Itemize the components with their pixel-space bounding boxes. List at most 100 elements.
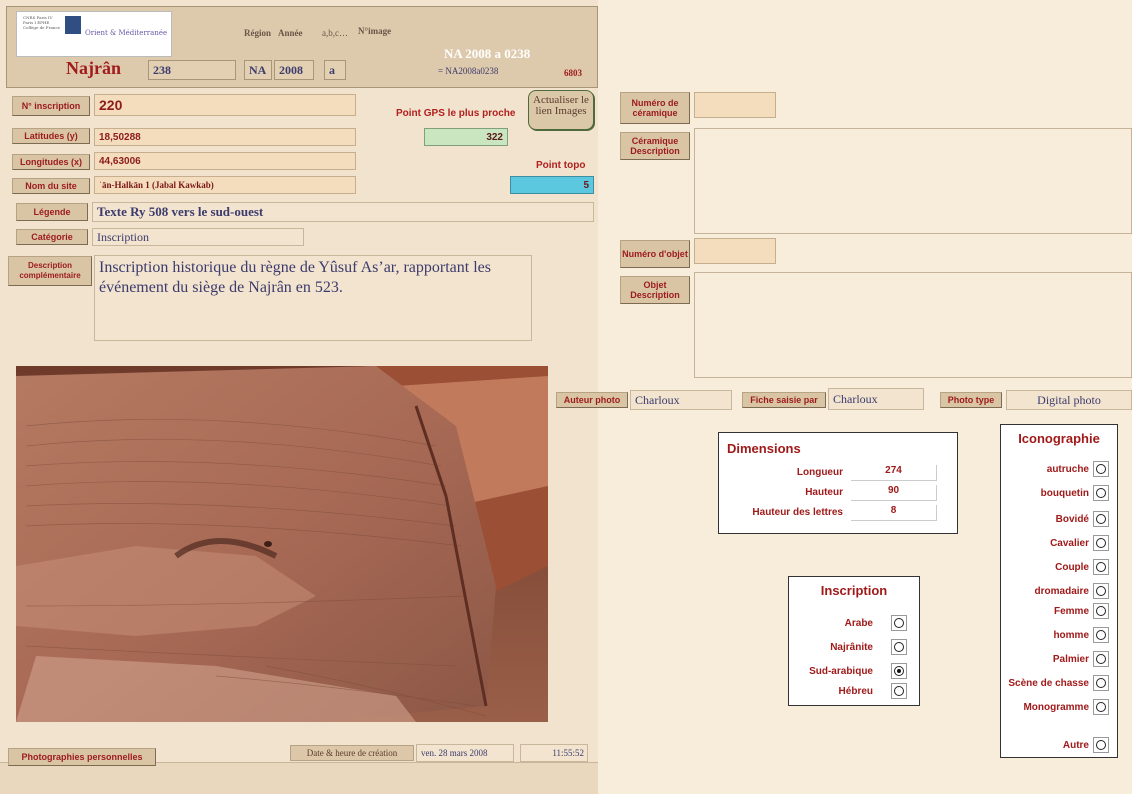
- fiche-saisie-field[interactable]: Charloux: [828, 388, 924, 410]
- dimensions-title: Dimensions: [727, 441, 801, 456]
- annee-field[interactable]: 2008: [274, 60, 314, 80]
- ceramique-number-field[interactable]: [694, 92, 776, 118]
- iconographie-radio[interactable]: [1096, 586, 1106, 596]
- time-field[interactable]: 11:55:52: [520, 744, 588, 762]
- inscription-option-label: Sud-arabique: [809, 666, 873, 677]
- inscription-radio[interactable]: [894, 642, 904, 652]
- iconographie-option-label: homme: [1053, 630, 1089, 641]
- ceramique-description-button[interactable]: Céramique Description: [620, 132, 690, 160]
- dim-label-hauteur-lettres: Hauteur des lettres: [752, 507, 843, 518]
- longitude-button[interactable]: Longitudes (x): [12, 154, 90, 170]
- topo-field[interactable]: 5: [510, 176, 594, 194]
- dim-value-longueur[interactable]: 274: [851, 465, 937, 481]
- actualiser-images-button[interactable]: Actualiser le lien Images: [528, 90, 594, 130]
- gps-field[interactable]: 322: [424, 128, 508, 146]
- iconographie-radio[interactable]: [1096, 488, 1106, 498]
- iconographie-radio[interactable]: [1096, 606, 1106, 616]
- iconographie-option-box: [1093, 603, 1109, 619]
- iconographie-radio[interactable]: [1096, 654, 1106, 664]
- iconographie-option-label: Monogramme: [1023, 702, 1089, 713]
- iconographie-radio[interactable]: [1096, 562, 1106, 572]
- page-title: Najrân: [66, 58, 121, 78]
- inscription-title: Inscription: [820, 583, 888, 598]
- objet-number-button[interactable]: Numéro d'objet: [620, 240, 690, 268]
- iconographie-radio[interactable]: [1096, 740, 1106, 750]
- gps-label: Point GPS le plus proche: [396, 108, 516, 119]
- categorie-button[interactable]: Catégorie: [16, 229, 88, 245]
- inscription-number-button[interactable]: N° inscription: [12, 96, 90, 116]
- iconographie-option-box: [1093, 583, 1109, 599]
- iconographie-option-label: Bovidé: [1055, 514, 1089, 525]
- fiche-saisie-button[interactable]: Fiche saisie par: [742, 392, 826, 408]
- rock-image: [16, 366, 548, 722]
- nimage-label: N°image: [358, 26, 392, 36]
- description-field[interactable]: Inscription historique du règne de Yûsuf…: [94, 255, 532, 341]
- longitude-field[interactable]: 44,63006: [94, 152, 356, 170]
- iconographie-option-label: dromadaire: [1034, 586, 1089, 597]
- logo-small-text: CNRS Paris IV Paris I EPHE Collège de Fr…: [23, 15, 61, 30]
- latitude-field[interactable]: 18,50288: [94, 128, 356, 146]
- legende-field[interactable]: Texte Ry 508 vers le sud-ouest: [92, 202, 594, 222]
- logo: CNRS Paris IV Paris I EPHE Collège de Fr…: [16, 11, 172, 57]
- iconographie-title: Iconographie: [1018, 431, 1100, 446]
- iconographie-option-label: Autre: [1062, 740, 1089, 751]
- inscription-radio[interactable]: [894, 686, 904, 696]
- auteur-photo-field[interactable]: Charloux: [630, 390, 732, 410]
- abc-label: a,b,c…: [322, 28, 348, 38]
- date-creation-label: Date & heure de création: [290, 745, 414, 761]
- description-button[interactable]: Description complémentaire: [8, 256, 92, 286]
- objet-description-field[interactable]: [694, 272, 1132, 378]
- iconographie-radio[interactable]: [1096, 514, 1106, 524]
- region-label: Région: [244, 28, 271, 38]
- categorie-field[interactable]: Inscription: [92, 228, 304, 246]
- iconographie-radio[interactable]: [1096, 464, 1106, 474]
- date-field[interactable]: ven. 28 mars 2008: [416, 744, 514, 762]
- iconographie-option-label: autruche: [1046, 464, 1089, 475]
- iconographie-option-label: Cavalier: [1050, 538, 1089, 549]
- iconographie-radio[interactable]: [1096, 538, 1106, 548]
- photo-type-field[interactable]: Digital photo: [1006, 390, 1132, 410]
- objet-description-button[interactable]: Objet Description: [620, 276, 690, 304]
- inscription-option-box: [891, 663, 907, 679]
- na-field[interactable]: NA: [244, 60, 272, 80]
- iconographie-option-box: [1093, 511, 1109, 527]
- inscription-option-label: Najrânite: [830, 642, 873, 653]
- latitude-button[interactable]: Latitudes (y): [12, 128, 90, 144]
- dim-label-longueur: Longueur: [796, 467, 843, 478]
- inscription-box: Inscription Arabe Najrânite Sud-arabique Hé…: [788, 576, 920, 706]
- footer-band: [0, 762, 598, 794]
- logo-mark-icon: [65, 16, 81, 34]
- iconographie-option-label: bouquetin: [1040, 488, 1089, 499]
- abc-field[interactable]: a: [324, 60, 346, 80]
- auteur-photo-button[interactable]: Auteur photo: [556, 392, 628, 408]
- iconographie-option-box: [1093, 485, 1109, 501]
- inscription-option-box: [891, 683, 907, 699]
- photos-personnelles-button[interactable]: Photographies personnelles: [8, 748, 156, 766]
- region-field[interactable]: 238: [148, 60, 236, 80]
- iconographie-option-label: Scène de chasse: [1008, 678, 1089, 689]
- inscription-radio[interactable]: [894, 666, 904, 676]
- iconographie-radio[interactable]: [1096, 702, 1106, 712]
- legende-button[interactable]: Légende: [16, 203, 88, 221]
- site-name-button[interactable]: Nom du site: [12, 178, 90, 194]
- iconographie-box: Iconographie autruche bouquetin Bovidé Cava…: [1000, 424, 1118, 758]
- photo-type-button[interactable]: Photo type: [940, 392, 1002, 408]
- dim-label-hauteur: Hauteur: [805, 487, 843, 498]
- ceramique-description-field[interactable]: [694, 128, 1132, 234]
- iconographie-option-box: [1093, 651, 1109, 667]
- record-number: 6803: [564, 68, 582, 78]
- dim-value-hauteur[interactable]: 90: [851, 485, 937, 501]
- iconographie-option-label: Couple: [1055, 562, 1089, 573]
- inscription-radio[interactable]: [894, 618, 904, 628]
- iconographie-option-box: [1093, 737, 1109, 753]
- objet-number-field[interactable]: [694, 238, 776, 264]
- site-name-field[interactable]: ˈān-Halkān 1 (Jabal Kawkab): [94, 176, 356, 194]
- dim-value-hauteur-lettres[interactable]: 8: [851, 505, 937, 521]
- iconographie-option-label: Palmier: [1052, 654, 1089, 665]
- iconographie-option-label: Femme: [1053, 606, 1089, 617]
- inscription-number-field[interactable]: 220: [94, 94, 356, 116]
- iconographie-radio[interactable]: [1096, 678, 1106, 688]
- dimensions-box: Dimensions Longueur 274 Hauteur 90 Haute…: [718, 432, 958, 534]
- ceramique-number-button[interactable]: Numéro de céramique: [620, 92, 690, 124]
- iconographie-radio[interactable]: [1096, 630, 1106, 640]
